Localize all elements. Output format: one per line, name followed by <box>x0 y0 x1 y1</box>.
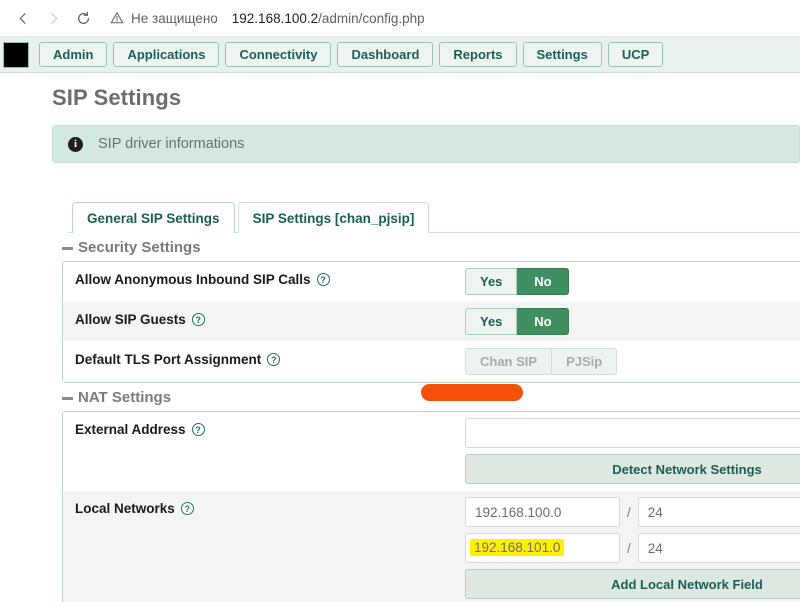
brand-logo[interactable] <box>3 42 29 68</box>
main-navigation: Admin Applications Connectivity Dashboar… <box>0 37 800 73</box>
row-control: Yes No <box>465 262 800 301</box>
chevron-right-icon <box>47 12 60 25</box>
tab-sip-settings-chan-pjsip[interactable]: SIP Settings [chan_pjsip] <box>238 202 430 233</box>
external-address-input[interactable] <box>465 418 800 448</box>
local-network-input-2[interactable] <box>465 533 620 563</box>
row-control: Chan SIP PJSip <box>465 342 800 381</box>
warning-triangle-icon <box>110 11 124 25</box>
allow-anonymous-yes-button[interactable]: Yes <box>465 268 517 295</box>
network-separator: / <box>620 505 638 520</box>
help-icon[interactable]: ? <box>181 502 194 515</box>
address-bar[interactable]: 192.168.100.2/admin/config.php <box>232 11 425 26</box>
add-local-network-field-button[interactable]: Add Local Network Field <box>465 569 800 599</box>
local-networks-label: Local Networks <box>75 501 175 516</box>
help-icon[interactable]: ? <box>317 273 330 286</box>
row-control: / 192.168.101.0 / Add Local Network Fiel… <box>465 491 800 602</box>
collapse-minus-icon <box>62 247 73 250</box>
back-button[interactable] <box>8 4 38 32</box>
site-security-indicator[interactable]: Не защищено <box>110 11 218 26</box>
row-default-tls-port: Default TLS Port Assignment ? Chan SIP P… <box>63 342 800 382</box>
row-label: Default TLS Port Assignment ? <box>75 342 465 376</box>
nat-settings-panel: External Address ? Detect Network Settin… <box>62 411 800 602</box>
nat-settings-header[interactable]: NAT Settings <box>62 383 800 411</box>
allow-sip-guests-yes-button[interactable]: Yes <box>465 308 517 335</box>
local-network-input-1[interactable] <box>465 497 620 527</box>
nav-item-dashboard[interactable]: Dashboard <box>337 42 433 67</box>
page-content: SIP Settings i SIP driver informations G… <box>0 73 800 602</box>
row-label: External Address ? <box>75 412 465 446</box>
section-security-settings: Security Settings Allow Anonymous Inboun… <box>62 233 800 383</box>
row-allow-anonymous-inbound: Allow Anonymous Inbound SIP Calls ? Yes … <box>63 262 800 302</box>
collapse-minus-icon <box>62 397 73 400</box>
default-tls-port-toggle: Chan SIP PJSip <box>465 348 617 375</box>
row-control: Yes No <box>465 302 800 341</box>
row-allow-sip-guests: Allow SIP Guests ? Yes No <box>63 302 800 342</box>
page-title: SIP Settings <box>52 85 800 111</box>
row-label: Allow Anonymous Inbound SIP Calls ? <box>75 262 465 296</box>
forward-button[interactable] <box>38 4 68 32</box>
browser-toolbar: Не защищено 192.168.100.2/admin/config.p… <box>0 0 800 37</box>
local-network-row-2: 192.168.101.0 / <box>465 533 800 563</box>
allow-anonymous-toggle: Yes No <box>465 268 569 295</box>
nav-item-applications[interactable]: Applications <box>113 42 219 67</box>
nat-settings-title: NAT Settings <box>78 389 171 406</box>
allow-sip-guests-label: Allow SIP Guests <box>75 312 186 327</box>
local-network-mask-2[interactable] <box>638 533 800 563</box>
nav-item-admin[interactable]: Admin <box>39 42 107 67</box>
info-banner-text: SIP driver informations <box>98 136 244 152</box>
nav-item-reports[interactable]: Reports <box>439 42 516 67</box>
network-separator: / <box>620 541 638 556</box>
info-circle-icon: i <box>68 137 83 152</box>
security-settings-title: Security Settings <box>78 239 201 256</box>
allow-anonymous-no-button[interactable]: No <box>517 268 569 295</box>
chevron-left-icon <box>17 12 30 25</box>
reload-icon <box>76 11 91 26</box>
default-tls-port-label: Default TLS Port Assignment <box>75 352 261 367</box>
local-network-mask-1[interactable] <box>638 497 800 527</box>
section-nat-settings: NAT Settings External Address ? Detect N… <box>62 383 800 602</box>
row-local-networks: Local Networks ? / 192.168.101.0 <box>63 491 800 602</box>
allow-anonymous-label: Allow Anonymous Inbound SIP Calls <box>75 272 311 287</box>
help-icon[interactable]: ? <box>267 353 280 366</box>
row-label: Allow SIP Guests ? <box>75 302 465 336</box>
tab-general-sip-settings[interactable]: General SIP Settings <box>72 202 235 233</box>
allow-sip-guests-no-button[interactable]: No <box>517 308 569 335</box>
default-tls-pjsip-button[interactable]: PJSip <box>552 348 617 375</box>
nav-item-settings[interactable]: Settings <box>523 42 602 67</box>
settings-tabs: General SIP Settings SIP Settings [chan_… <box>68 201 800 233</box>
row-control: Detect Network Settings <box>465 412 800 490</box>
row-label: Local Networks ? <box>75 491 465 525</box>
allow-sip-guests-toggle: Yes No <box>465 308 569 335</box>
detect-network-settings-button[interactable]: Detect Network Settings <box>465 454 800 484</box>
reload-button[interactable] <box>68 4 98 32</box>
local-network-input-2-wrapper: 192.168.101.0 <box>465 533 620 563</box>
info-banner: i SIP driver informations <box>52 125 800 163</box>
nav-item-ucp[interactable]: UCP <box>608 42 663 67</box>
row-external-address: External Address ? Detect Network Settin… <box>63 412 800 491</box>
external-address-label: External Address <box>75 422 186 437</box>
help-icon[interactable]: ? <box>192 313 205 326</box>
url-path: /admin/config.php <box>318 11 425 26</box>
local-network-row-1: / <box>465 497 800 527</box>
help-icon[interactable]: ? <box>192 423 205 436</box>
default-tls-chan-sip-button[interactable]: Chan SIP <box>465 348 552 375</box>
nav-item-connectivity[interactable]: Connectivity <box>225 42 331 67</box>
security-settings-header[interactable]: Security Settings <box>62 233 800 261</box>
url-host: 192.168.100.2 <box>232 11 318 26</box>
security-label: Не защищено <box>131 11 218 26</box>
security-settings-panel: Allow Anonymous Inbound SIP Calls ? Yes … <box>62 261 800 383</box>
